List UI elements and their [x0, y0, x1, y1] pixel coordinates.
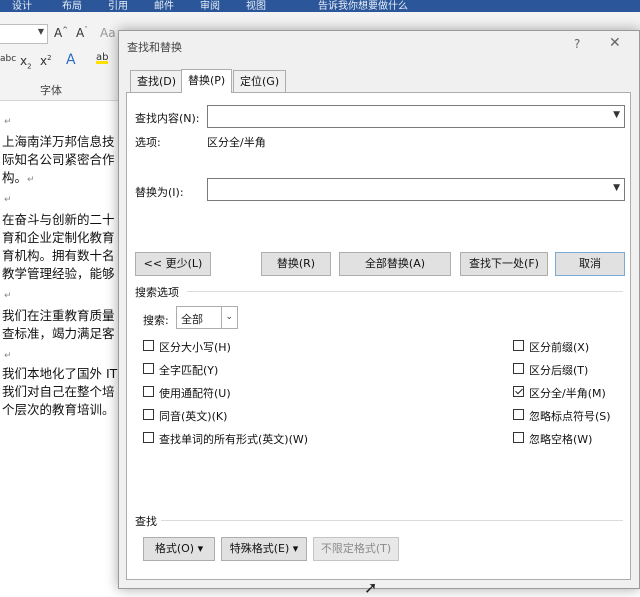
ignore-punctuation-checkbox[interactable]	[513, 409, 524, 420]
ignore-punctuation-label[interactable]: 忽略标点符号(S)	[529, 408, 611, 424]
replace-with-input[interactable]: ▼	[207, 178, 625, 201]
all-word-forms-checkbox[interactable]	[143, 432, 154, 443]
match-suffix-checkbox[interactable]	[513, 363, 524, 374]
doc-line: 我们对自己在整个培	[2, 384, 115, 399]
paragraph-mark: ↵	[4, 351, 12, 361]
sounds-like-label[interactable]: 同音(英文)(K)	[159, 408, 227, 424]
doc-line: 上海南洋万邦信息技	[2, 134, 115, 149]
whole-word-checkbox[interactable]	[143, 363, 154, 374]
font-group-label: 字体	[40, 84, 62, 97]
match-case-checkbox[interactable]	[143, 340, 154, 351]
paragraph-mark: ↵	[4, 195, 12, 205]
find-replace-dialog: 查找和替换 ? ✕ 查找(D) 替换(P) 定位(G) 查找内容(N): ▼ 选…	[118, 30, 640, 589]
ribbon-tab-design[interactable]: 设计	[12, 0, 32, 12]
paragraph-mark: ↵	[4, 291, 12, 301]
match-width-checkbox[interactable]	[513, 386, 524, 397]
strikethrough-icon[interactable]: abc	[0, 54, 16, 64]
tell-me-box[interactable]: 告诉我你想要做什么	[318, 0, 408, 12]
wildcards-label[interactable]: 使用通配符(U)	[159, 385, 231, 401]
whole-word-label[interactable]: 全字匹配(Y)	[159, 362, 218, 378]
cancel-button[interactable]: 取消	[555, 252, 625, 276]
grow-font-icon[interactable]: A^	[54, 26, 68, 40]
doc-line: 查标准，竭力满足客	[2, 326, 115, 341]
doc-line: 育机构。拥有数十名	[2, 248, 115, 263]
tab-find[interactable]: 查找(D)	[130, 70, 184, 92]
replace-button[interactable]: 替换(R)	[261, 252, 331, 276]
doc-line: 在奋斗与创新的二十	[2, 212, 115, 227]
find-section-title: 查找	[135, 515, 157, 528]
divider	[161, 520, 623, 521]
subscript-icon[interactable]: x2	[20, 54, 32, 70]
ribbon-tab-view[interactable]: 视图	[246, 0, 266, 12]
ignore-space-checkbox[interactable]	[513, 432, 524, 443]
match-prefix-label[interactable]: 区分前缀(X)	[529, 339, 589, 355]
find-next-button[interactable]: 查找下一处(F)	[460, 252, 548, 276]
mouse-cursor-icon: ➚	[364, 578, 378, 597]
doc-line: 个层次的教育培训。	[2, 402, 115, 417]
match-width-label[interactable]: 区分全/半角(M)	[529, 385, 606, 401]
divider	[221, 307, 222, 328]
tab-replace[interactable]: 替换(P)	[181, 69, 233, 93]
no-formatting-button[interactable]: 不限定格式(T)	[313, 537, 399, 561]
replace-with-label: 替换为(I):	[135, 186, 184, 199]
find-what-label: 查找内容(N):	[135, 112, 200, 125]
font-size-select[interactable]: ▼	[0, 24, 48, 44]
search-direction-label: 搜索:	[143, 314, 169, 327]
tab-goto[interactable]: 定位(G)	[233, 70, 287, 92]
match-case-label[interactable]: 区分大小写(H)	[159, 339, 231, 355]
ribbon-tab-references[interactable]: 引用	[108, 0, 128, 12]
highlight-icon[interactable]: ab	[96, 52, 109, 64]
paragraph-mark: ↵	[27, 175, 35, 185]
doc-line: 教学管理经验，能够	[2, 266, 115, 281]
search-direction-select[interactable]: 全部 ⌄	[176, 306, 238, 329]
doc-line-text: 构。	[2, 170, 28, 185]
chevron-down-icon: ▼	[37, 27, 44, 36]
format-button[interactable]: 格式(O) ▾	[143, 537, 215, 561]
ribbon-tab-layout[interactable]: 布局	[62, 0, 82, 12]
ribbon-tab-bar: 设计 布局 引用 邮件 审阅 视图 告诉我你想要做什么	[0, 0, 640, 12]
doc-line: 际知名公司紧密合作	[2, 152, 115, 167]
divider	[187, 291, 623, 292]
doc-line: 育和企业定制化教育	[2, 230, 115, 245]
chevron-down-icon[interactable]: ▼	[613, 183, 620, 193]
ribbon-tab-mailings[interactable]: 邮件	[154, 0, 174, 12]
less-button[interactable]: << 更少(L)	[135, 252, 211, 276]
help-icon[interactable]: ?	[574, 37, 580, 51]
search-direction-value: 全部	[181, 313, 203, 326]
chevron-down-icon: ⌄	[225, 312, 233, 322]
wildcards-checkbox[interactable]	[143, 386, 154, 397]
text-effects-icon[interactable]: A	[66, 52, 76, 68]
paragraph-mark: ↵	[4, 117, 12, 127]
match-prefix-checkbox[interactable]	[513, 340, 524, 351]
ignore-space-label[interactable]: 忽略空格(W)	[529, 431, 592, 447]
chevron-down-icon[interactable]: ▼	[613, 110, 620, 120]
replace-tab-panel: 查找内容(N): ▼ 选项: 区分全/半角 替换为(I): ▼ << 更少(L)…	[126, 92, 631, 580]
dialog-title: 查找和替换	[127, 41, 182, 54]
sounds-like-checkbox[interactable]	[143, 409, 154, 420]
match-suffix-label[interactable]: 区分后缀(T)	[529, 362, 588, 378]
shrink-font-icon[interactable]: Aˇ	[76, 26, 88, 40]
doc-line: 我们在注重教育质量	[2, 308, 115, 323]
search-options-title: 搜索选项	[135, 286, 179, 299]
change-case-icon[interactable]: Aa	[100, 26, 116, 40]
doc-line: 我们本地化了国外 IT	[2, 366, 118, 381]
ribbon-tab-review[interactable]: 审阅	[200, 0, 220, 12]
replace-all-button[interactable]: 全部替换(A)	[339, 252, 451, 276]
find-what-input[interactable]: ▼	[207, 105, 625, 128]
options-label: 选项:	[135, 136, 161, 149]
all-word-forms-label[interactable]: 查找单词的所有形式(英文)(W)	[159, 431, 308, 447]
special-button[interactable]: 特殊格式(E) ▾	[221, 537, 307, 561]
close-icon[interactable]: ✕	[609, 35, 621, 51]
superscript-icon[interactable]: x2	[40, 54, 52, 68]
options-value: 区分全/半角	[207, 136, 266, 149]
doc-line: 构。↵	[2, 169, 35, 189]
